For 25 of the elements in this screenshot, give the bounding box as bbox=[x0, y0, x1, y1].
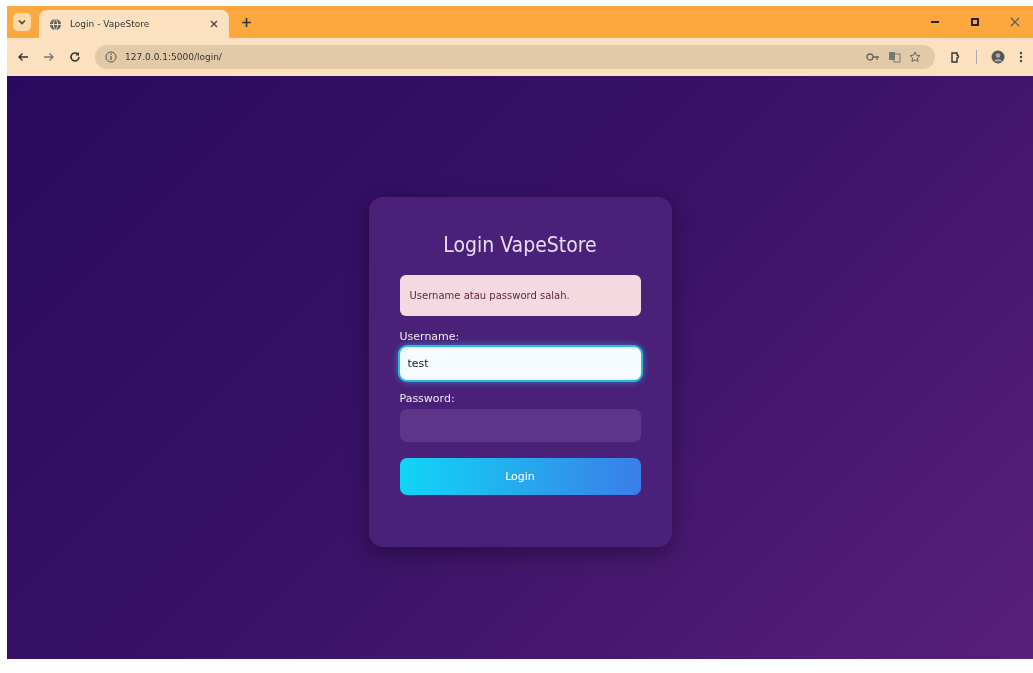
chevron-down-icon bbox=[17, 17, 27, 27]
error-message: Username atau password salah. bbox=[399, 275, 641, 316]
maximize-icon[interactable] bbox=[969, 16, 981, 28]
close-icon[interactable] bbox=[209, 19, 219, 29]
tab-title: Login - VapeStore bbox=[70, 19, 151, 29]
star-icon[interactable] bbox=[909, 51, 921, 63]
tab-search-button[interactable] bbox=[13, 13, 31, 31]
extensions-icon[interactable] bbox=[949, 50, 962, 64]
globe-icon bbox=[49, 17, 62, 31]
input-field[interactable]: test bbox=[399, 347, 641, 380]
field-label: Username: bbox=[399, 330, 460, 343]
avatar-icon[interactable] bbox=[991, 50, 1005, 64]
field-label: Password: bbox=[399, 392, 455, 405]
address-bar[interactable]: 127.0.0.1:5000/login/ bbox=[95, 45, 935, 69]
new-tab-icon[interactable] bbox=[241, 16, 252, 28]
browser-tab[interactable]: Login - VapeStore bbox=[39, 10, 229, 38]
translate-icon[interactable] bbox=[888, 51, 901, 63]
login-title: Login VapeStore bbox=[442, 233, 598, 257]
more-menu-icon[interactable] bbox=[1019, 51, 1023, 63]
reload-icon[interactable] bbox=[69, 51, 81, 63]
key-icon[interactable] bbox=[866, 51, 880, 63]
back-icon[interactable] bbox=[17, 51, 29, 63]
info-icon bbox=[105, 51, 117, 63]
forward-icon[interactable] bbox=[43, 51, 55, 63]
close-icon[interactable] bbox=[1009, 16, 1021, 28]
